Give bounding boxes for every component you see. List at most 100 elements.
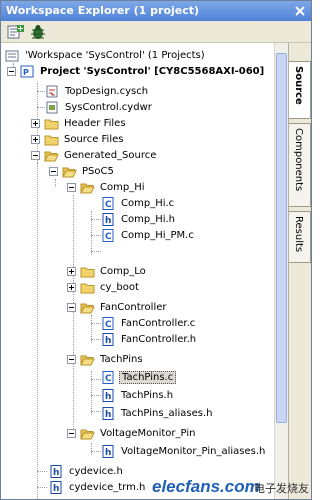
tab-label: Source [293, 66, 304, 105]
tab-components[interactable]: Components [289, 123, 311, 207]
tree-row-comp-hi-h[interactable]: h Comp_Hi.h [101, 211, 177, 227]
tree-row-topdesign[interactable]: TopDesign.cysch [45, 83, 150, 99]
h-file-icon: h [102, 332, 114, 346]
tree-label: FanController.c [121, 317, 196, 329]
tree-row-voltagemonitor-pin[interactable]: VoltageMonitor_Pin [67, 425, 197, 441]
collapse-toggle[interactable] [7, 66, 16, 76]
watermark-cn-text: 电子发烧友 [254, 482, 309, 495]
h-file-icon: h [102, 444, 114, 458]
workspace-tree: 'Workspace 'SysControl' (1 Projects) P P… [1, 43, 274, 499]
collapse-toggle[interactable] [67, 428, 76, 438]
folder-icon [80, 267, 95, 277]
open-folder-icon [80, 303, 95, 313]
svg-text:h: h [105, 392, 111, 402]
collapse-toggle[interactable] [67, 302, 76, 312]
tree-label: TachPins.h [121, 389, 174, 401]
tree-row-fancontroller-c[interactable]: C FanController.c [101, 315, 197, 331]
add-item-button[interactable] [7, 24, 25, 40]
svg-text:C: C [105, 374, 112, 384]
collapse-toggle[interactable] [67, 354, 76, 364]
tree-row-tachpins-aliases-h[interactable]: h TachPins_aliases.h [101, 405, 214, 421]
tree-label: Comp_Hi [100, 181, 145, 193]
tree-row-fancontroller-h[interactable]: h FanController.h [101, 331, 198, 347]
tree-label: cy_boot [100, 281, 139, 293]
tree-label: PSoC5 [82, 165, 114, 177]
tree-label: Comp_Lo [100, 265, 146, 277]
h-file-icon: h [102, 388, 114, 402]
tree-row-generated-source[interactable]: Generated_Source [31, 147, 158, 163]
svg-text:h: h [53, 468, 59, 478]
tree-row-source-files[interactable]: Source Files [31, 131, 125, 147]
collapse-toggle[interactable] [67, 182, 76, 192]
debug-button[interactable] [29, 24, 47, 40]
tree-row-psoc5[interactable]: PSoC5 [49, 163, 116, 179]
bug-icon [31, 25, 45, 39]
tree-label: TachPins [100, 353, 143, 365]
tree-row-project[interactable]: P Project 'SysControl' [CY8C5568AXI-060] [7, 63, 266, 79]
tree-row-cydwr[interactable]: SysControl.cydwr [45, 99, 154, 115]
tree-row-comp-hi-pm-c[interactable]: C Comp_Hi_PM.c [101, 227, 196, 243]
folder-icon [44, 119, 59, 129]
folder-icon [44, 135, 59, 145]
c-file-icon: C [102, 196, 114, 210]
collapse-toggle[interactable] [49, 166, 58, 176]
add-item-icon [7, 25, 24, 39]
watermark-logo: elecfans.com [152, 477, 260, 496]
svg-text:C: C [105, 200, 112, 210]
tab-results[interactable]: Results [289, 211, 311, 263]
scrollbar-thumb[interactable] [276, 53, 287, 423]
c-file-icon: C [102, 370, 114, 384]
svg-text:h: h [105, 336, 111, 346]
tree-row-fancontroller[interactable]: FanController [67, 299, 169, 315]
toolbar [1, 21, 311, 43]
expand-toggle[interactable] [67, 282, 76, 292]
window-title: Workspace Explorer (1 project) [6, 4, 200, 17]
schematic-file-icon [46, 85, 58, 97]
open-folder-icon [80, 355, 95, 365]
tree-row-tachpins-h[interactable]: h TachPins.h [101, 387, 175, 403]
svg-text:P: P [23, 68, 29, 77]
design-wide-resources-icon [46, 101, 58, 113]
svg-text:C: C [105, 232, 112, 242]
tree-label: Generated_Source [64, 149, 157, 161]
tab-label: Results [293, 216, 304, 253]
tree-label: Source Files [64, 133, 124, 145]
close-button[interactable] [293, 4, 307, 18]
tab-source[interactable]: Source [289, 61, 311, 119]
title-bar[interactable]: Workspace Explorer (1 project) [1, 1, 311, 21]
svg-text:h: h [105, 448, 111, 458]
tree-row-cy-boot[interactable]: cy_boot [67, 279, 141, 295]
tree-label: TopDesign.cysch [65, 85, 149, 97]
tree-label: VoltageMonitor_Pin_aliases.h [121, 445, 266, 457]
expand-toggle[interactable] [67, 266, 76, 276]
tree-row-cydevice-trm-h[interactable]: h cydevice_trm.h [49, 479, 147, 495]
tree-row-comp-hi-c[interactable]: C Comp_Hi.c [101, 195, 176, 211]
tree-label: Header Files [64, 117, 126, 129]
vertical-scrollbar[interactable] [274, 43, 288, 499]
tree-row-tachpins-c[interactable]: C TachPins.c [101, 369, 177, 385]
open-folder-icon [44, 151, 59, 161]
workspace-icon [5, 50, 19, 61]
tree-label: FanController [100, 301, 167, 313]
expand-toggle[interactable] [31, 118, 40, 128]
tree-label: 'Workspace 'SysControl' (1 Projects) [25, 49, 205, 61]
tree-row-tachpins[interactable]: TachPins [67, 351, 145, 367]
watermark: elecfans.com 电子发烧友 [146, 475, 311, 499]
tree-row-cydevice-h[interactable]: h cydevice.h [49, 463, 125, 479]
tree-row-comp-hi[interactable]: Comp_Hi [67, 179, 147, 195]
svg-text:C: C [105, 320, 112, 330]
h-file-icon: h [50, 464, 62, 478]
tree-row-workspace[interactable]: 'Workspace 'SysControl' (1 Projects) [5, 47, 207, 63]
svg-text:h: h [53, 484, 59, 494]
tree-row-header-files[interactable]: Header Files [31, 115, 128, 131]
tree-row-voltagemonitor-aliases-h[interactable]: h VoltageMonitor_Pin_aliases.h [101, 443, 267, 459]
collapse-toggle[interactable] [31, 150, 40, 160]
open-folder-icon [80, 183, 95, 193]
c-file-icon: C [102, 316, 114, 330]
tree-row-comp-lo[interactable]: Comp_Lo [67, 263, 148, 279]
svg-text:h: h [105, 216, 111, 226]
side-tab-strip: Source Components Results [288, 43, 311, 499]
tree-label-selected: TachPins.c [119, 370, 177, 384]
expand-toggle[interactable] [31, 134, 40, 144]
svg-text:h: h [105, 410, 111, 420]
